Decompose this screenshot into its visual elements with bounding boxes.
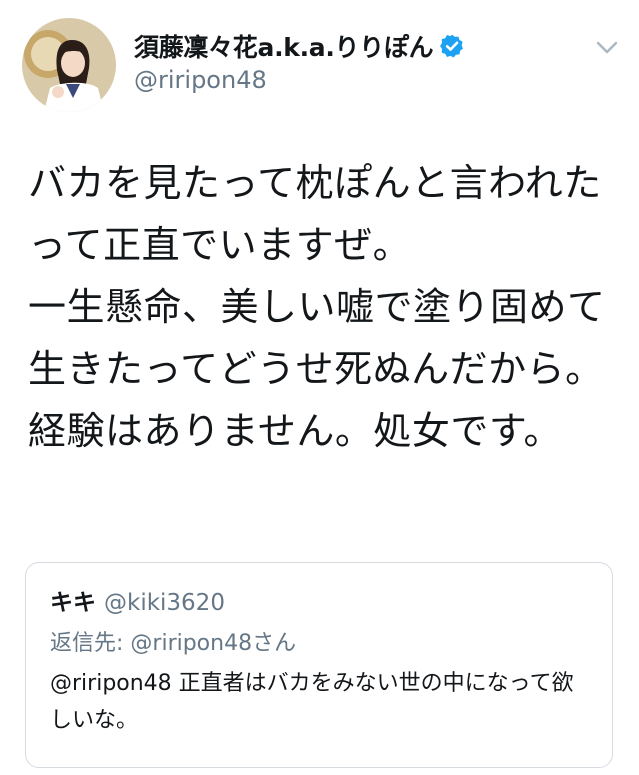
quoted-author-handle: @kiki3620 <box>104 590 225 616</box>
quoted-tweet-header: キキ @kiki3620 <box>50 583 225 617</box>
tweet-header: 須藤凜々花a.k.a.りりぽん @riripon48 <box>0 0 639 130</box>
verified-badge-icon <box>439 33 465 59</box>
user-avatar-icon <box>22 18 116 112</box>
avatar[interactable] <box>22 18 116 112</box>
author-handle[interactable]: @riripon48 <box>134 66 267 94</box>
chevron-down-icon[interactable] <box>595 40 619 56</box>
quoted-tweet-card[interactable]: キキ @kiki3620 返信先: @riripon48さん @riripon48… <box>25 562 613 768</box>
quoted-tweet-text: @riripon48 正直者はバカをみない世の中になって欲しいな。 <box>50 671 574 733</box>
author-name-row[interactable]: 須藤凜々花a.k.a.りりぽん <box>134 28 465 64</box>
display-name[interactable]: 須藤凜々花a.k.a.りりぽん <box>134 28 434 64</box>
quoted-author-name: キキ <box>50 590 96 616</box>
reply-to-label: 返信先: @riripon48さん <box>50 631 297 656</box>
tweet-text: バカを見たって枕ぽんと言われたって正直でいますぜ。 一生懸命、美しい嘘で塗り固め… <box>28 161 606 453</box>
